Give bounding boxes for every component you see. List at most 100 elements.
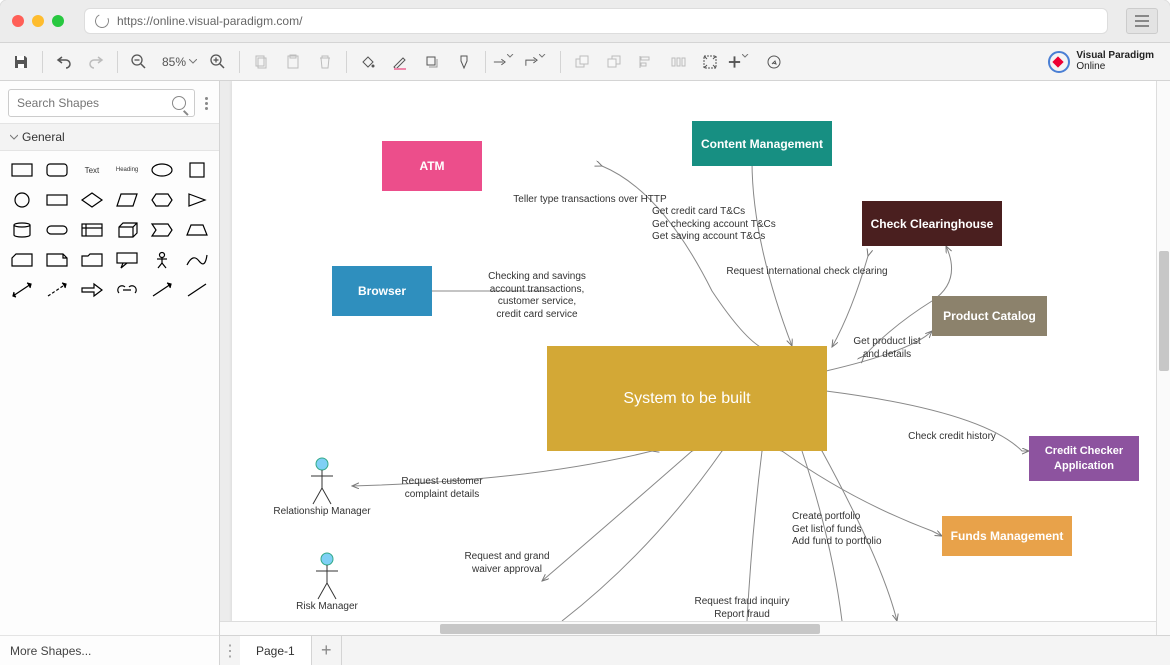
- node-funds-management[interactable]: Funds Management: [942, 516, 1072, 556]
- shape-trapezoid[interactable]: [182, 219, 213, 241]
- chevron-down-icon: [189, 59, 197, 64]
- label-credit: Check credit history: [892, 431, 1012, 444]
- tab-page-1[interactable]: Page-1: [240, 636, 312, 665]
- zoom-in-button[interactable]: [203, 48, 233, 76]
- node-product-catalog[interactable]: Product Catalog: [932, 296, 1047, 336]
- shape-actor[interactable]: [147, 249, 178, 271]
- paste-button[interactable]: [278, 48, 308, 76]
- insert-button[interactable]: [727, 48, 757, 76]
- node-browser[interactable]: Browser: [332, 266, 432, 316]
- shape-arrow-dashed[interactable]: [41, 279, 72, 301]
- shape-hexagon[interactable]: [147, 189, 178, 211]
- zoom-out-button[interactable]: [124, 48, 154, 76]
- shape-arrow-thick[interactable]: [76, 279, 107, 301]
- shape-card[interactable]: [6, 249, 37, 271]
- label-fraud: Request fraud inquiryReport fraud: [682, 596, 802, 621]
- minimize-window-button[interactable]: [32, 15, 44, 27]
- sidebar-menu-button[interactable]: [201, 93, 212, 114]
- tabs-grip[interactable]: ⋮: [220, 636, 240, 665]
- canvas-viewport[interactable]: ATM Content Management Browser Check Cle…: [220, 81, 1170, 635]
- label-content: Get credit card T&CsGet checking account…: [652, 206, 812, 244]
- brand-logo[interactable]: Visual ParadigmOnline: [1048, 51, 1164, 73]
- shape-terminator[interactable]: [41, 219, 72, 241]
- shape-step[interactable]: [147, 219, 178, 241]
- section-general[interactable]: General: [0, 123, 219, 151]
- browser-menu-button[interactable]: [1126, 8, 1158, 34]
- shadow-button[interactable]: [417, 48, 447, 76]
- shape-curve[interactable]: [182, 249, 213, 271]
- fit-page-button[interactable]: [695, 48, 725, 76]
- shape-rectangle[interactable]: [6, 159, 37, 181]
- distribute-button[interactable]: [663, 48, 693, 76]
- shape-folder[interactable]: [76, 249, 107, 271]
- close-window-button[interactable]: [12, 15, 24, 27]
- label-clearing: Request international check clearing: [707, 266, 907, 279]
- horizontal-scrollbar[interactable]: [220, 621, 1156, 635]
- shape-arrow-both[interactable]: [6, 279, 37, 301]
- label-funds: Create portfolioGet list of fundsAdd fun…: [792, 511, 922, 549]
- shapes-palette: Text Heading: [0, 151, 219, 309]
- zoom-level-dropdown[interactable]: 85%: [156, 55, 201, 69]
- actor-relationship-manager[interactable]: Relationship Manager: [262, 456, 382, 517]
- shape-circle[interactable]: [6, 189, 37, 211]
- url-text: https://online.visual-paradigm.com/: [117, 14, 302, 28]
- shape-diamond[interactable]: [76, 189, 107, 211]
- main-toolbar: 85% Visual ParadigmOnline: [0, 43, 1170, 81]
- page-tabs: ⋮ Page-1 +: [220, 635, 1170, 665]
- reload-icon[interactable]: [93, 12, 111, 30]
- shape-note[interactable]: [41, 249, 72, 271]
- node-content-management[interactable]: Content Management: [692, 121, 832, 166]
- undo-button[interactable]: [49, 48, 79, 76]
- node-credit-checker[interactable]: Credit CheckerApplication: [1029, 436, 1139, 481]
- window-controls: [12, 15, 64, 27]
- delete-button[interactable]: [310, 48, 340, 76]
- shapes-sidebar: General Text Heading: [0, 81, 220, 665]
- vertical-scrollbar[interactable]: [1156, 81, 1170, 635]
- redo-button[interactable]: [81, 48, 111, 76]
- actor-icon: [307, 456, 337, 506]
- shape-parallelogram[interactable]: [111, 189, 142, 211]
- shape-triangle[interactable]: [182, 189, 213, 211]
- chevron-down-icon: [10, 133, 18, 141]
- node-check-clearinghouse[interactable]: Check Clearinghouse: [862, 201, 1002, 246]
- node-atm[interactable]: ATM: [382, 141, 482, 191]
- shape-text[interactable]: Text: [76, 159, 107, 181]
- diagram-canvas[interactable]: ATM Content Management Browser Check Cle…: [232, 81, 1158, 623]
- search-shapes-input[interactable]: [8, 89, 195, 117]
- more-shapes-button[interactable]: More Shapes...: [0, 635, 219, 665]
- node-system[interactable]: System to be built: [547, 346, 827, 451]
- window-titlebar: https://online.visual-paradigm.com/: [0, 0, 1170, 42]
- label-atm: Teller type transactions over HTTP: [500, 194, 680, 207]
- shape-link[interactable]: [111, 279, 142, 301]
- add-page-button[interactable]: +: [312, 636, 342, 665]
- label-rel-mgr: Request customercomplaint details: [387, 476, 497, 501]
- actor-icon: [312, 551, 342, 601]
- shape-process[interactable]: [41, 189, 72, 211]
- shape-heading[interactable]: Heading: [111, 159, 142, 181]
- shape-callout[interactable]: [111, 249, 142, 271]
- line-color-button[interactable]: [385, 48, 415, 76]
- save-button[interactable]: [6, 48, 36, 76]
- fill-color-button[interactable]: [353, 48, 383, 76]
- shape-square[interactable]: [182, 159, 213, 181]
- waypoint-style-button[interactable]: [524, 48, 554, 76]
- align-button[interactable]: [631, 48, 661, 76]
- copy-button[interactable]: [246, 48, 276, 76]
- label-catalog: Get product listand details: [837, 336, 937, 361]
- shape-ellipse[interactable]: [147, 159, 178, 181]
- search-icon: [172, 96, 186, 110]
- actor-risk-manager[interactable]: Risk Manager: [282, 551, 372, 612]
- shape-cube[interactable]: [111, 219, 142, 241]
- maximize-window-button[interactable]: [52, 15, 64, 27]
- to-back-button[interactable]: [599, 48, 629, 76]
- shape-line-arrow[interactable]: [147, 279, 178, 301]
- shape-line[interactable]: [182, 279, 213, 301]
- address-bar[interactable]: https://online.visual-paradigm.com/: [84, 8, 1108, 34]
- shape-cylinder[interactable]: [6, 219, 37, 241]
- shape-rounded-rect[interactable]: [41, 159, 72, 181]
- format-painter-button[interactable]: [449, 48, 479, 76]
- connector-style-button[interactable]: [492, 48, 522, 76]
- shape-internal-storage[interactable]: [76, 219, 107, 241]
- to-front-button[interactable]: [567, 48, 597, 76]
- explore-button[interactable]: [759, 48, 789, 76]
